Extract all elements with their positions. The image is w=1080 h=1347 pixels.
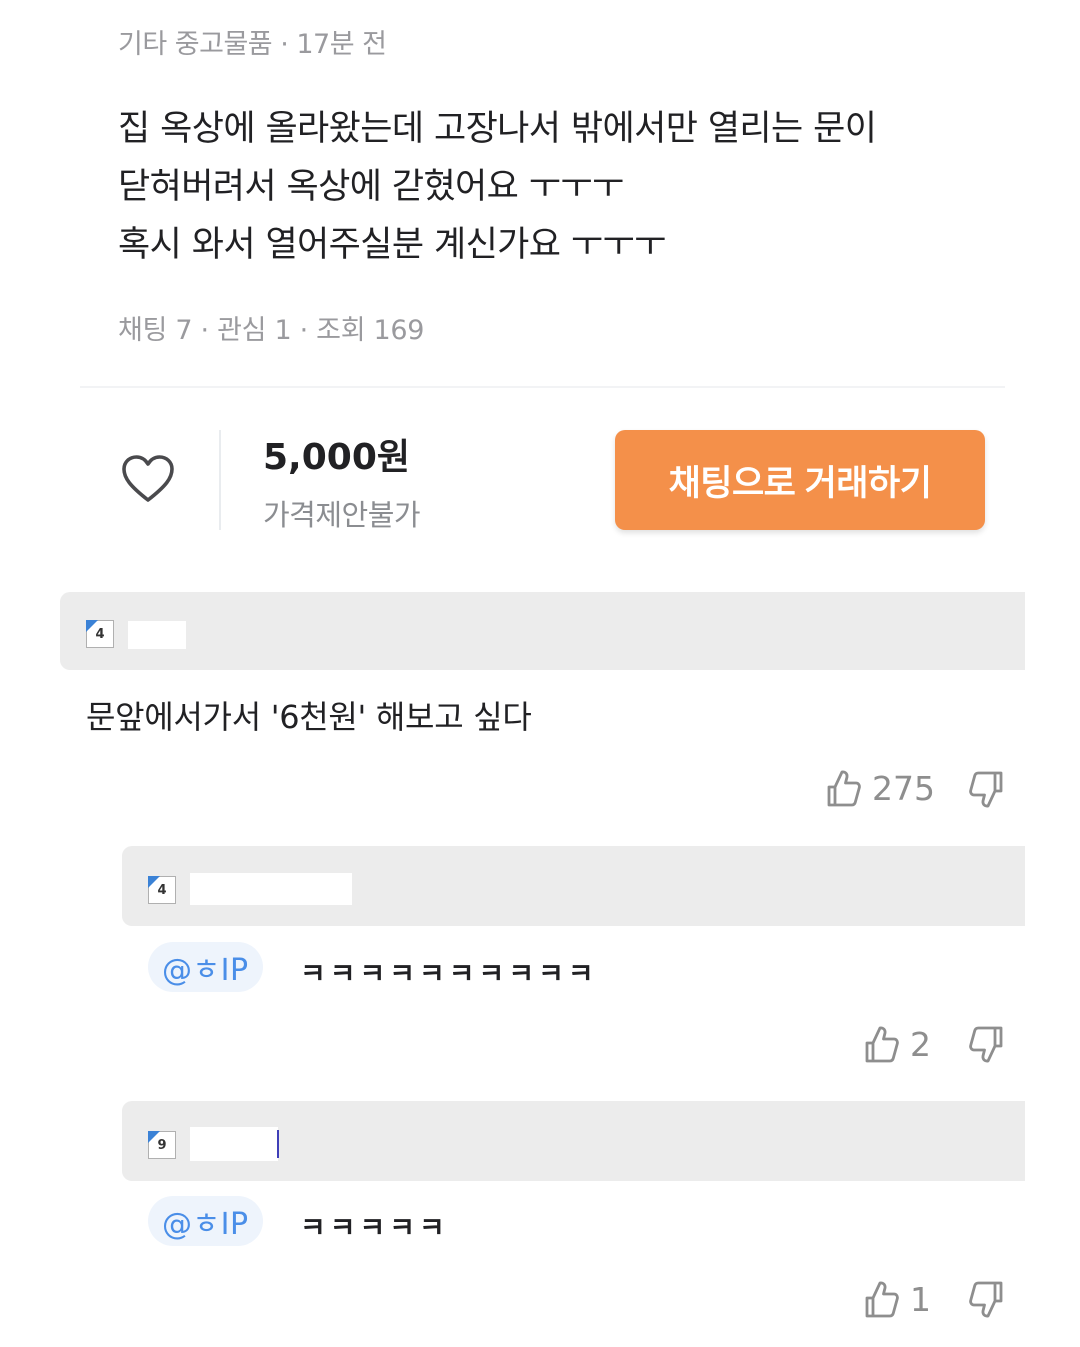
post-body: 집 옥상에 올라왔는데 고장나서 밖에서만 열리는 문이 닫혀버려서 옥상에 갇… xyxy=(118,100,877,274)
heart-icon[interactable] xyxy=(120,453,176,505)
mention-tag[interactable]: @ㅎIP xyxy=(148,942,263,992)
thumbs-up-icon xyxy=(864,1279,900,1319)
comment-header: 4 xyxy=(60,592,1025,670)
post-body-line: 닫혀버려서 옥상에 갇혔어요 ㅜㅜㅜ xyxy=(118,167,624,207)
reply-text: ㅋㅋㅋㅋㅋ xyxy=(300,1211,449,1244)
dislike-button[interactable] xyxy=(968,1280,1004,1324)
post-stats: 채팅 7 · 관심 1 · 조회 169 xyxy=(118,315,425,346)
like-button[interactable]: 1 xyxy=(864,1279,931,1319)
reply-header: 4 xyxy=(122,846,1025,926)
level-badge-icon: 9 xyxy=(148,1131,176,1159)
like-count: 2 xyxy=(910,1024,931,1064)
masked-username xyxy=(190,873,352,905)
like-button[interactable]: 2 xyxy=(864,1024,931,1064)
text-cursor xyxy=(277,1130,279,1158)
reply-text: ㅋㅋㅋㅋㅋㅋㅋㅋㅋㅋ xyxy=(300,957,598,990)
thumbs-up-icon xyxy=(864,1024,900,1064)
chat-trade-button[interactable]: 채팅으로 거래하기 xyxy=(615,430,985,530)
post-body-line: 혹시 와서 열어주실분 계신가요 ㅜㅜㅜ xyxy=(118,225,666,265)
level-badge-icon: 4 xyxy=(148,876,176,904)
like-count: 1 xyxy=(910,1279,931,1319)
vertical-divider xyxy=(219,430,221,530)
dislike-button[interactable] xyxy=(968,1025,1004,1069)
masked-username xyxy=(128,621,186,649)
level-badge-icon: 4 xyxy=(86,620,114,648)
post-category-time: 기타 중고물품 · 17분 전 xyxy=(118,29,387,60)
thumbs-down-icon xyxy=(968,1026,1004,1069)
price: 5,000원 xyxy=(263,437,410,478)
thumbs-down-icon xyxy=(968,771,1004,814)
post-content: 기타 중고물품 · 17분 전 집 옥상에 올라왔는데 고장나서 밖에서만 열리… xyxy=(80,0,1005,385)
post-body-line: 집 옥상에 올라왔는데 고장나서 밖에서만 열리는 문이 xyxy=(118,109,877,149)
mention-tag[interactable]: @ㅎIP xyxy=(148,1196,263,1246)
buy-bar: 5,000원 가격제안불가 채팅으로 거래하기 xyxy=(80,390,1005,570)
thumbs-up-icon xyxy=(826,768,862,808)
comment-text: 문앞에서가서 '6천원' 해보고 싶다 xyxy=(86,698,532,736)
divider xyxy=(80,386,1005,388)
price-note: 가격제안불가 xyxy=(263,498,421,532)
masked-username xyxy=(190,1127,278,1161)
reply-header: 9 xyxy=(122,1101,1025,1181)
like-count: 275 xyxy=(872,768,935,808)
like-button[interactable]: 275 xyxy=(826,768,935,808)
thumbs-down-icon xyxy=(968,1281,1004,1324)
dislike-button[interactable] xyxy=(968,770,1004,814)
